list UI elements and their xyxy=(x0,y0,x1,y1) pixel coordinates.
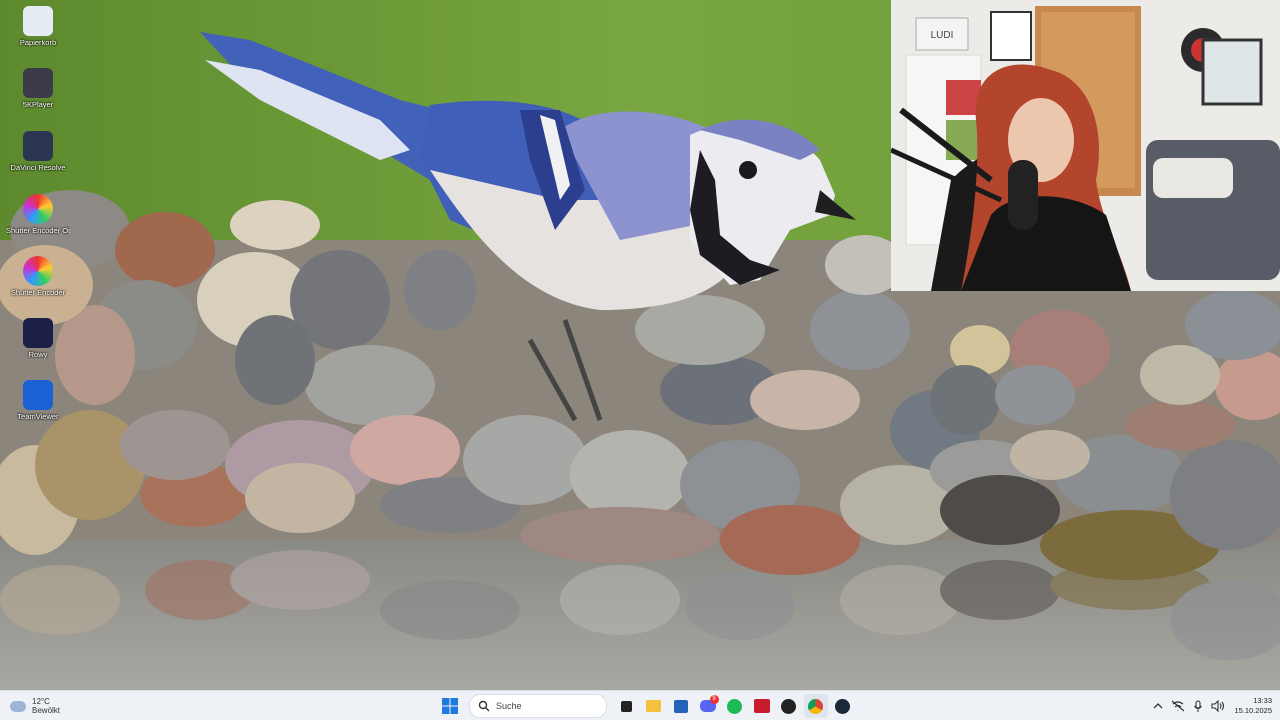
task-view-icon xyxy=(621,700,632,712)
taskbar-app-discord[interactable]: 9 xyxy=(696,694,720,718)
recycle-bin-icon xyxy=(23,6,53,36)
taskbar-app-store[interactable] xyxy=(669,694,693,718)
desktop-icon-shutter-encoder-opencl[interactable]: Shutter Encoder OpenCL xyxy=(6,192,70,248)
cloud-icon xyxy=(10,700,26,712)
search-icon xyxy=(478,700,490,712)
clock-date: 15.10.2025 xyxy=(1234,706,1272,715)
desktop-icon-shutter-encoder[interactable]: Shutter Encoder xyxy=(6,254,70,310)
taskbar-app-file-explorer[interactable] xyxy=(642,694,666,718)
desktop-icon-rowy[interactable]: Rowy xyxy=(6,316,70,372)
voicemod-icon xyxy=(753,699,770,713)
clock-time: 13:33 xyxy=(1253,696,1272,705)
desktop-icon-label: 5KPlayer xyxy=(22,100,54,109)
system-tray: 13:33 15.10.2025 xyxy=(1148,694,1272,718)
weather-temperature: 12°C xyxy=(32,697,50,706)
store-icon xyxy=(673,699,688,713)
taskbar-app-voicemod[interactable] xyxy=(750,694,774,718)
tray-volume[interactable] xyxy=(1210,698,1226,714)
taskbar-app-task-view[interactable] xyxy=(615,694,639,718)
spotify-icon xyxy=(727,698,742,714)
chevron-up-icon xyxy=(1153,703,1163,709)
windows-logo-icon xyxy=(441,698,458,714)
weather-condition: Bewölkt xyxy=(32,706,61,715)
taskbar-center: Suche 9 xyxy=(436,694,856,718)
teamviewer-icon xyxy=(23,380,53,410)
taskbar-clock[interactable]: 13:33 15.10.2025 xyxy=(1234,696,1272,716)
weather-widget[interactable]: 12°C Bewölkt xyxy=(10,695,60,717)
desktop-icon-davinci-resolve[interactable]: DaVinci Resolve xyxy=(6,129,70,185)
desktop-icon-label: Shutter Encoder OpenCL xyxy=(6,226,70,235)
desktop-icon-5kplayer[interactable]: 5KPlayer xyxy=(6,66,70,122)
tray-microphone[interactable] xyxy=(1190,698,1206,714)
speaker-icon xyxy=(1211,700,1225,712)
desktop-icon-label: TeamViewer xyxy=(17,412,59,421)
taskbar-app-spotify[interactable] xyxy=(723,694,747,718)
taskbar-search[interactable]: Suche xyxy=(469,694,607,718)
tray-network[interactable] xyxy=(1170,698,1186,714)
obs-icon xyxy=(781,698,796,714)
shutter-encoder-icon xyxy=(23,256,53,286)
room-sign-text: LUDI xyxy=(931,30,954,41)
desktop-icon-teamviewer[interactable]: TeamViewer xyxy=(6,378,70,434)
desktop-icon-label: Rowy xyxy=(28,350,48,359)
notification-badge: 9 xyxy=(709,695,719,704)
search-placeholder: Suche xyxy=(496,701,522,711)
rowy-icon xyxy=(23,318,53,348)
tray-overflow-chevron[interactable] xyxy=(1150,698,1166,714)
desktop-icon-label: DaVinci Resolve xyxy=(10,163,66,172)
network-off-icon xyxy=(1172,700,1185,712)
webcam-overlay: LUDI xyxy=(891,0,1280,291)
desktop-icon-label: Shutter Encoder xyxy=(10,288,66,297)
desktop-icon-recycle-bin[interactable]: Papierkorb xyxy=(6,4,70,60)
davinci-resolve-icon xyxy=(23,131,53,161)
5kplayer-icon xyxy=(23,68,53,98)
chrome-icon xyxy=(808,698,823,714)
desktop-icon-label: Papierkorb xyxy=(19,38,57,47)
folder-icon xyxy=(646,700,661,712)
taskbar-app-steam[interactable] xyxy=(831,694,855,718)
taskbar: 12°C Bewölkt Suche 9 13:33 15.10.2025 xyxy=(0,690,1280,720)
start-button[interactable] xyxy=(438,694,462,718)
taskbar-app-obs[interactable] xyxy=(777,694,801,718)
taskbar-app-chrome[interactable] xyxy=(803,694,828,718)
microphone-icon xyxy=(1194,699,1203,712)
webcam-feed: LUDI xyxy=(891,0,1280,291)
shutter-encoder-icon xyxy=(23,194,53,224)
steam-icon xyxy=(835,698,850,714)
